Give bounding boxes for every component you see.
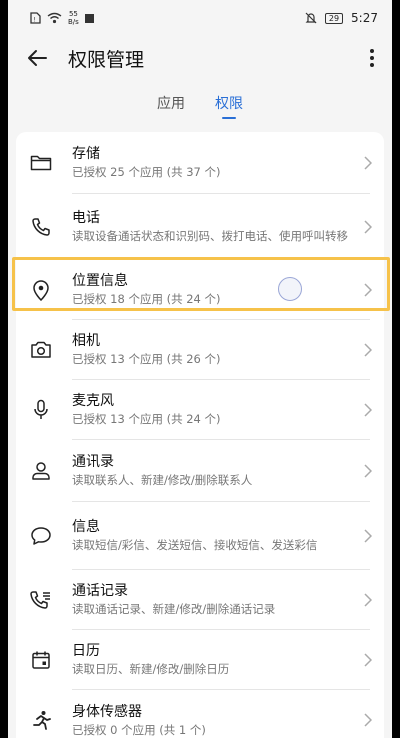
body-sensor-icon: [33, 711, 51, 730]
svg-text:!: !: [34, 17, 36, 24]
list-item-body-sensors[interactable]: 身体传感器已授权 0 个应用 (共 1 个): [16, 690, 384, 738]
chevron-right-icon: [364, 713, 372, 727]
item-title: 相机: [72, 333, 100, 349]
chevron-right-icon: [364, 464, 372, 478]
back-arrow-icon: [28, 50, 47, 66]
item-title: 通讯录: [72, 454, 114, 470]
mute-icon: [305, 12, 317, 24]
list-item-microphone[interactable]: 麦克风已授权 13 个应用 (共 24 个): [16, 380, 384, 440]
clock: 5:27: [351, 11, 378, 25]
list-item-calendar[interactable]: 日历读取日历、新建/修改/删除日历: [16, 630, 384, 690]
wifi-icon: [47, 12, 62, 24]
item-subtitle: 已授权 18 个应用 (共 24 个): [72, 292, 221, 306]
list-item-location[interactable]: 位置信息已授权 18 个应用 (共 24 个): [16, 260, 384, 320]
microphone-icon: [34, 399, 48, 419]
chevron-right-icon: [364, 283, 372, 297]
touch-indicator: [278, 277, 302, 301]
item-subtitle: 已授权 13 个应用 (共 26 个): [72, 352, 221, 366]
item-subtitle: 已授权 25 个应用 (共 37 个): [72, 165, 221, 179]
chevron-right-icon: [364, 653, 372, 667]
item-subtitle: 读取联系人、新建/修改/删除联系人: [72, 473, 253, 487]
tab-permissions[interactable]: 权限: [215, 93, 243, 119]
chevron-right-icon: [364, 156, 372, 170]
notification-icon: [84, 13, 94, 23]
back-button[interactable]: [26, 46, 50, 70]
list-item-contacts[interactable]: 通讯录读取联系人、新建/修改/删除联系人: [16, 440, 384, 502]
screen: ! 55 B/s 29 5:27 权限管理 应用 权限 存储已授权 25 个应用…: [8, 0, 392, 738]
list-item-messages[interactable]: 信息读取短信/彩信、发送短信、接收短信、发送彩信: [16, 502, 384, 570]
item-title: 电话: [72, 210, 100, 226]
permission-list: 存储已授权 25 个应用 (共 37 个) 电话读取设备通话状态和识别码、拨打电…: [16, 132, 384, 738]
item-title: 存储: [72, 146, 100, 162]
phone-icon: [32, 218, 50, 236]
camera-icon: [31, 341, 51, 358]
item-title: 麦克风: [72, 393, 114, 409]
folder-icon: [30, 155, 52, 171]
network-speed: 55 B/s: [68, 10, 79, 26]
list-item-phone[interactable]: 电话读取设备通话状态和识别码、拨打电话、使用呼叫转移: [16, 194, 384, 260]
item-title: 身体传感器: [72, 703, 142, 720]
sim-card-icon: !: [30, 12, 41, 24]
tab-bar: 应用 权限: [8, 84, 392, 128]
message-icon: [31, 527, 51, 545]
chevron-right-icon: [364, 403, 372, 417]
item-title: 信息: [72, 519, 100, 535]
item-subtitle: 读取通话记录、新建/修改/删除通话记录: [72, 602, 276, 616]
item-title: 日历: [72, 643, 100, 659]
chevron-right-icon: [364, 593, 372, 607]
item-subtitle: 读取短信/彩信、发送短信、接收短信、发送彩信: [72, 538, 318, 552]
list-item-camera[interactable]: 相机已授权 13 个应用 (共 26 个): [16, 320, 384, 380]
item-title: 通话记录: [72, 583, 128, 599]
page-title: 权限管理: [68, 48, 145, 71]
location-pin-icon: [33, 280, 49, 301]
item-subtitle: 读取设备通话状态和识别码、拨打电话、使用呼叫转移: [72, 229, 348, 243]
contacts-icon: [32, 462, 50, 480]
chevron-right-icon: [364, 220, 372, 234]
item-subtitle: 已授权 0 个应用 (共 1 个): [72, 722, 206, 737]
call-log-icon: [30, 591, 50, 609]
chevron-right-icon: [364, 529, 372, 543]
list-item-call-log[interactable]: 通话记录读取通话记录、新建/修改/删除通话记录: [16, 570, 384, 630]
chevron-right-icon: [364, 343, 372, 357]
tab-apps[interactable]: 应用: [157, 93, 185, 119]
item-title: 位置信息: [72, 273, 128, 289]
item-subtitle: 读取日历、新建/修改/删除日历: [72, 662, 230, 676]
battery-indicator: 29: [324, 12, 344, 24]
list-item-storage[interactable]: 存储已授权 25 个应用 (共 37 个): [16, 132, 384, 194]
more-options-button[interactable]: [362, 46, 382, 70]
status-bar: ! 55 B/s 29 5:27: [8, 0, 392, 36]
calendar-icon: [32, 651, 50, 669]
app-bar: 权限管理: [8, 36, 392, 80]
item-subtitle: 已授权 13 个应用 (共 24 个): [72, 412, 221, 426]
